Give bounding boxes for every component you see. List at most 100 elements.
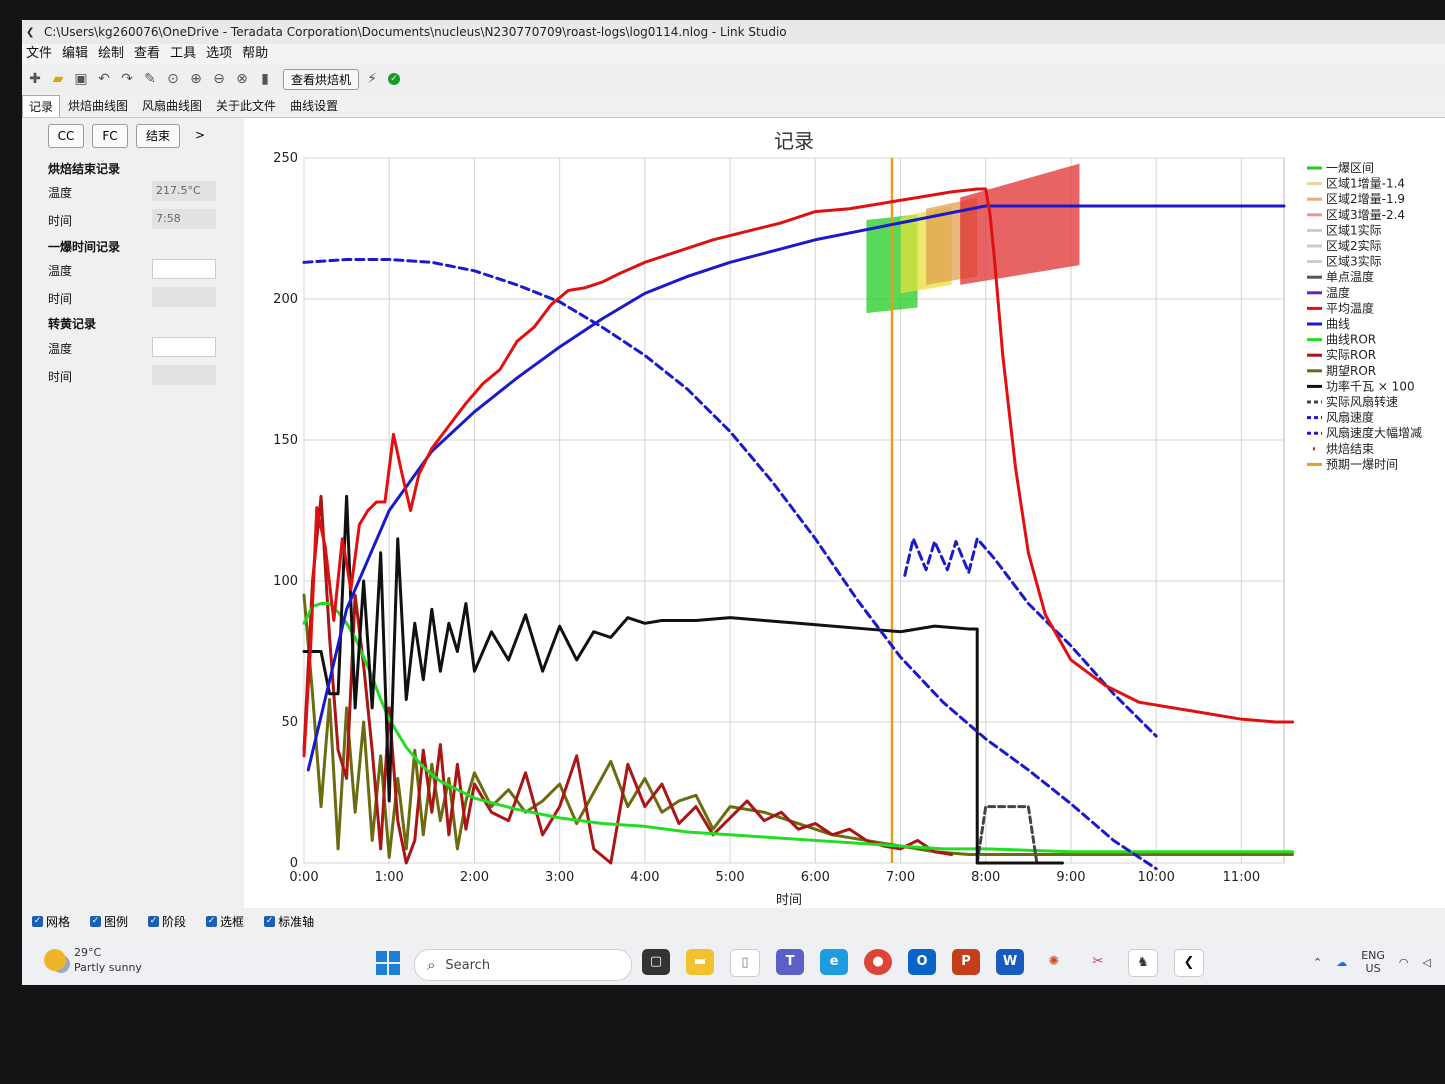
chrome-icon[interactable]: ● [864, 949, 892, 975]
open-folder-icon[interactable]: ▰ [48, 69, 68, 89]
roast-end-temp-field[interactable]: 217.5°C [152, 181, 216, 201]
onedrive-icon[interactable]: ☁ [1336, 956, 1347, 969]
cc-button[interactable]: CC [48, 124, 84, 148]
lang-top: ENG [1361, 949, 1385, 962]
legend-label: 区域3实际 [1326, 254, 1382, 269]
file-explorer-icon[interactable]: ▬ [686, 949, 714, 975]
notepad-icon[interactable]: ▯ [730, 949, 760, 977]
x-tick-label: 4:00 [630, 870, 659, 885]
windows-start-icon[interactable] [376, 951, 400, 975]
left-panel: CC FC 结束 > 烘焙结束记录 温度 217.5°C 时间 7:58 一爆时… [22, 118, 244, 908]
menu-view[interactable]: 查看 [134, 44, 160, 64]
partly-sunny-icon [44, 949, 66, 971]
legend-checkbox-label: 图例 [104, 914, 129, 929]
taskbar-search[interactable]: ⌕ Search [414, 949, 632, 981]
end-button[interactable]: 结束 [136, 124, 180, 148]
link-studio-icon[interactable]: ❮ [1174, 949, 1204, 977]
zoom-fit-icon[interactable]: ⊙ [163, 69, 183, 89]
edge-icon[interactable]: e [820, 949, 848, 975]
new-file-icon[interactable]: ✚ [25, 69, 45, 89]
menu-draw[interactable]: 绘制 [98, 44, 124, 64]
selection-box-checkbox[interactable]: ✓ 选框 [206, 913, 244, 930]
checkbox-checked-icon: ✓ [90, 915, 102, 927]
y-tick-label: 150 [273, 433, 298, 448]
x-tick-label: 5:00 [715, 870, 744, 885]
zoom-reset-icon[interactable]: ⊗ [232, 69, 252, 89]
title-bar: ❮ C:\Users\kg260076\OneDrive - Teradata … [22, 20, 1445, 44]
tab-about-file[interactable]: 关于此文件 [210, 95, 282, 117]
legend-label: 风扇速度 [1326, 410, 1374, 425]
tab-strip: 记录 烘焙曲线图 风扇曲线图 关于此文件 曲线设置 [22, 95, 1445, 118]
language-indicator[interactable]: ENG US [1361, 949, 1385, 975]
tab-curve-settings[interactable]: 曲线设置 [284, 95, 344, 117]
app-window: ❮ C:\Users\kg260076\OneDrive - Teradata … [22, 20, 1445, 985]
legend: 一爆区间区域1增量-1.4区域2增量-1.9 区域3增量-2.4区域1实际区域2实… [1307, 161, 1422, 471]
chevron-up-icon[interactable]: ⌃ [1313, 956, 1322, 969]
toolbar: ✚ ▰ ▣ ↶ ↷ ✎ ⊙ ⊕ ⊖ ⊗ ▮ 查看烘焙机 ⚡ ✓ [22, 65, 1445, 93]
tab-log[interactable]: 记录 [22, 95, 61, 117]
view-roaster-button[interactable]: 查看烘焙机 [283, 68, 360, 90]
speaker-icon[interactable]: ◁ [1423, 956, 1431, 969]
turning-temp-field[interactable] [152, 337, 216, 357]
lang-bottom: US [1365, 962, 1381, 975]
turning-time-field[interactable] [152, 365, 216, 385]
word-icon[interactable]: W [996, 949, 1024, 975]
menu-file[interactable]: 文件 [26, 44, 52, 64]
pinned-apps: ▢ ▬ ▯ T e ● O P W ✺ ✂ ♞ ❮ [642, 949, 1220, 977]
undo-icon[interactable]: ↶ [94, 69, 114, 89]
menu-edit[interactable]: 编辑 [62, 44, 88, 64]
legend-checkbox[interactable]: ✓ 图例 [90, 913, 128, 930]
first-crack-time-label: 时间 [48, 292, 73, 306]
first-crack-temp-label: 温度 [48, 264, 73, 278]
first-crack-time-field[interactable] [152, 287, 216, 307]
outlook-icon[interactable]: O [908, 949, 936, 975]
x-axis-label: 时间 [776, 893, 802, 908]
task-view-icon[interactable]: ▢ [642, 949, 670, 975]
weather-widget[interactable]: 29°C Partly sunny [44, 945, 142, 975]
app-icon-misc[interactable]: ♞ [1128, 949, 1158, 977]
y-tick-label: 0 [290, 856, 298, 871]
phase-checkbox[interactable]: ✓ 阶段 [148, 913, 186, 930]
first-crack-temp-field[interactable] [152, 259, 216, 279]
save-icon[interactable]: ▣ [71, 69, 91, 89]
roast-chart: 记录 时间 0:00 1:00 2:00 3:00 4:00 5:00 6:00 7:00 8:… [244, 118, 1445, 908]
window-title: C:\Users\kg260076\OneDrive - Teradata Co… [44, 25, 787, 39]
y-tick-label: 100 [273, 574, 298, 589]
snipping-tool-icon[interactable]: ✂ [1084, 949, 1112, 975]
taskbar: 29°C Partly sunny ⌕ Search ▢ ▬ ▯ T e ● O… [22, 937, 1445, 985]
search-icon: ⌕ [427, 956, 436, 974]
connection-icon[interactable]: ⚡ [362, 69, 382, 89]
x-tick-label: 6:00 [801, 870, 830, 885]
legend-label: 实际风扇转速 [1326, 394, 1398, 409]
x-tick-label: 1:00 [375, 870, 404, 885]
legend-label: 区域3增量-2.4 [1326, 208, 1405, 222]
menu-tools[interactable]: 工具 [170, 44, 196, 64]
grid-checkbox[interactable]: ✓ 网格 [32, 913, 70, 930]
roast-end-time-field[interactable]: 7:58 [152, 209, 216, 229]
legend-label: 期望ROR [1326, 364, 1376, 378]
legend-label: 温度 [1326, 285, 1350, 300]
pen-tool-icon[interactable]: ✎ [140, 69, 160, 89]
redo-icon[interactable]: ↷ [117, 69, 137, 89]
tab-fan-curve[interactable]: 风扇曲线图 [136, 95, 208, 117]
device-icon[interactable]: ▮ [255, 69, 275, 89]
more-button[interactable]: > [188, 124, 212, 146]
zoom-out-icon[interactable]: ⊖ [209, 69, 229, 89]
menu-options[interactable]: 选项 [206, 44, 232, 64]
standard-axis-checkbox-label: 标准轴 [278, 914, 315, 929]
selection-box-checkbox-label: 选框 [220, 914, 245, 929]
standard-axis-checkbox[interactable]: ✓ 标准轴 [264, 913, 314, 930]
tab-roast-curve[interactable]: 烘焙曲线图 [62, 95, 134, 117]
menu-help[interactable]: 帮助 [242, 44, 268, 64]
zoom-in-icon[interactable]: ⊕ [186, 69, 206, 89]
status-ok-icon: ✓ [388, 73, 401, 85]
legend-label: 曲线 [1326, 317, 1350, 331]
roast-end-time-label: 时间 [48, 214, 73, 228]
wifi-icon[interactable]: ◠ [1399, 956, 1409, 969]
roast-end-temp-label: 温度 [48, 186, 73, 200]
teams-icon[interactable]: T [776, 949, 804, 975]
phase-checkbox-label: 阶段 [162, 914, 187, 929]
claude-icon[interactable]: ✺ [1040, 949, 1068, 975]
powerpoint-icon[interactable]: P [952, 949, 980, 975]
fc-button[interactable]: FC [92, 124, 128, 148]
